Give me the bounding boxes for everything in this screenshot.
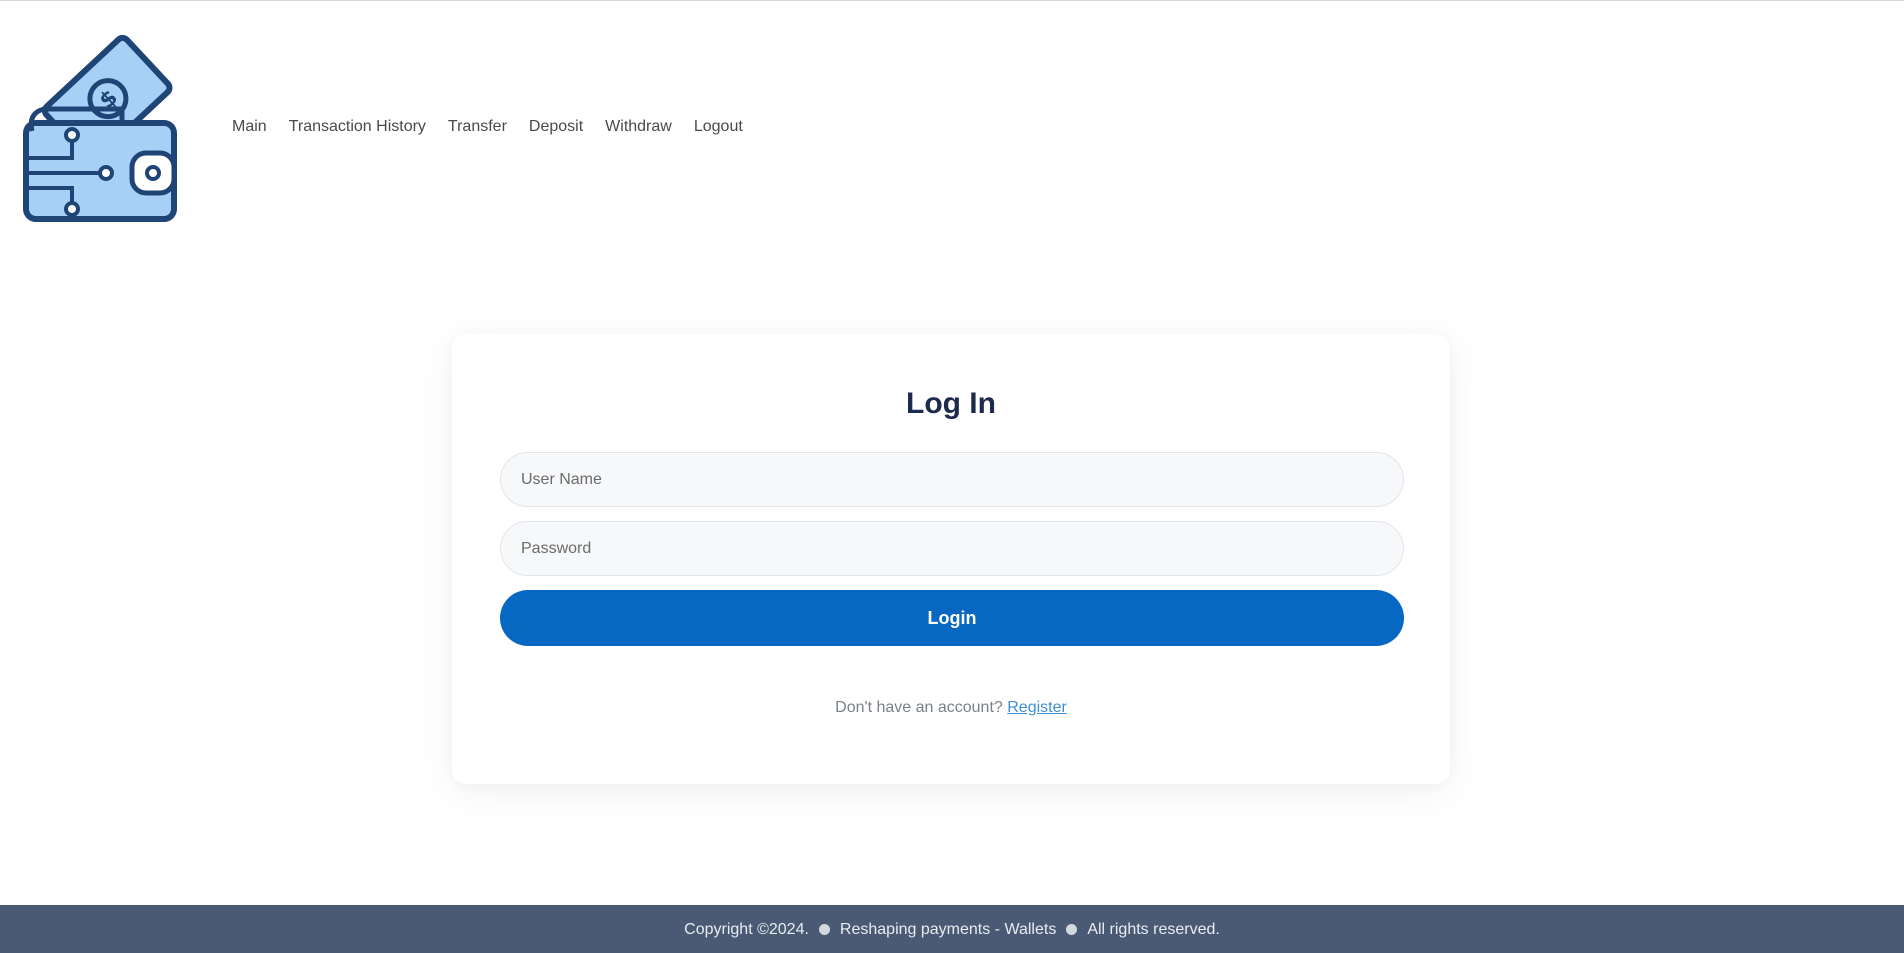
nav-item-transfer[interactable]: Transfer [448,117,507,137]
footer-rights: All rights reserved. [1087,920,1220,938]
login-button[interactable]: Login [500,590,1404,646]
nav-item-logout[interactable]: Logout [694,117,743,137]
bullet-icon [1066,924,1078,935]
nav-item-withdraw[interactable]: Withdraw [605,117,672,137]
footer-copyright: Copyright ©2024. [684,920,809,938]
nav-item-main[interactable]: Main [232,117,267,137]
wallet-logo-icon[interactable]: $ [22,23,178,223]
site-header: $ Main Transaction History Transfer Depo… [0,1,1904,251]
site-footer: Copyright ©2024. Reshaping payments - Wa… [0,905,1904,953]
footer-tagline: Reshaping payments - Wallets [839,920,1057,938]
register-link[interactable]: Register [1007,699,1067,716]
nav-item-transaction-history[interactable]: Transaction History [289,117,426,137]
bullet-icon [818,924,830,935]
main-nav: Main Transaction History Transfer Deposi… [232,117,765,137]
nav-item-deposit[interactable]: Deposit [529,117,583,137]
username-input[interactable] [500,452,1404,507]
password-input[interactable] [500,521,1404,576]
register-prompt: Don't have an account? Register [452,698,1450,718]
register-prompt-text: Don't have an account? [835,699,1003,716]
login-title: Log In [906,387,996,420]
login-card: Log In Login Don't have an account? Regi… [452,334,1450,784]
